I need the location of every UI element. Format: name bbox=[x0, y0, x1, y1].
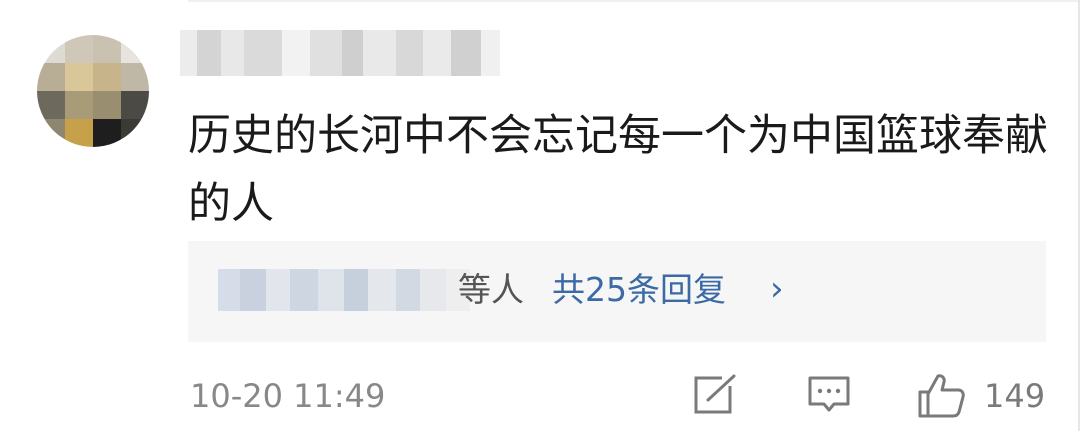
comment-timestamp: 10-20 11:49 bbox=[190, 377, 386, 415]
reply-count-link[interactable]: 共25条回复 bbox=[552, 268, 726, 312]
like-count: 149 bbox=[984, 377, 1046, 415]
comment-text: 历史的长河中不会忘记每一个为中国篮球奉献的人 bbox=[188, 111, 1048, 229]
divider bbox=[188, 0, 1080, 2]
chevron-right-icon[interactable]: › bbox=[770, 267, 784, 311]
username-pixelated[interactable] bbox=[180, 30, 500, 76]
reply-names-suffix: 等人 bbox=[458, 270, 524, 309]
share-button[interactable] bbox=[692, 372, 740, 420]
avatar[interactable] bbox=[37, 35, 149, 147]
like-button[interactable]: 149 bbox=[916, 372, 1056, 420]
reply-preview[interactable]: 等人 共25条回复 › bbox=[188, 241, 1046, 342]
speech-bubble-icon bbox=[808, 376, 850, 412]
thumbs-up-icon bbox=[918, 374, 965, 418]
comment-item: 历史的长河中不会忘记每一个为中国篮球奉献的人 等人 共25条回复 › 10-20… bbox=[0, 0, 1080, 431]
comment-button[interactable] bbox=[806, 372, 854, 420]
edit-share-icon bbox=[694, 374, 736, 414]
reply-names-pixelated bbox=[218, 269, 470, 311]
